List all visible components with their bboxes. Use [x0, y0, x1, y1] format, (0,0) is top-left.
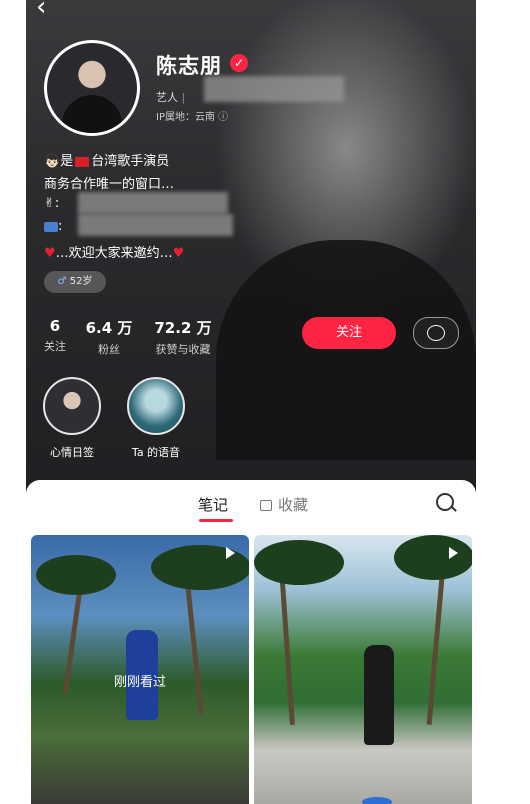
story-mood[interactable]: 心情日签	[38, 377, 106, 460]
lock-icon	[260, 500, 272, 511]
content-tabs: 笔记 收藏	[26, 480, 476, 526]
ip-location: IP属地：云南 ⓘ	[156, 112, 229, 123]
play-icon	[449, 547, 458, 559]
stat-following[interactable]: 6 关注	[40, 317, 70, 354]
info-icon[interactable]: ⓘ	[218, 112, 228, 123]
face-emoji-icon: 👦🏻	[44, 154, 61, 169]
heart-icon: ♥	[172, 246, 185, 261]
heart-icon: ♥	[44, 246, 56, 261]
flag-icon	[75, 156, 90, 167]
redacted-id	[204, 76, 344, 102]
story-voice[interactable]: Ta 的语音	[118, 377, 194, 460]
follow-button[interactable]: 关注	[302, 317, 396, 349]
chat-icon	[427, 325, 445, 341]
stat-followers[interactable]: 6.4 万 粉丝	[84, 317, 134, 357]
role-label: 艺人 |	[156, 91, 186, 104]
play-icon	[226, 547, 235, 559]
tab-notes[interactable]: 笔记	[198, 494, 228, 515]
age-tag: ♂ 52岁	[44, 271, 106, 293]
bio-line-4: :	[44, 219, 62, 234]
back-icon[interactable]: ‹	[36, 0, 46, 22]
phone-screen: ‹ 陈志朋 ✓ 艺人 | IP属地：云南 ⓘ 👦🏻是 台湾歌手演员 商务合作唯一的…	[26, 0, 476, 804]
tab-underline	[199, 519, 233, 522]
story-mood-thumb	[43, 377, 101, 435]
search-icon[interactable]	[436, 493, 454, 511]
bio-line-5: ♥…欢迎大家来邀约…♥	[44, 246, 185, 261]
tab-favorites[interactable]: 收藏	[260, 494, 308, 515]
recently-viewed-label: 刚刚看过	[113, 675, 166, 690]
bio-line-1: 👦🏻是 台湾歌手演员	[44, 154, 170, 169]
redacted-contact-1	[78, 192, 228, 214]
message-button[interactable]	[413, 317, 459, 349]
profile-header: ‹ 陈志朋 ✓ 艺人 | IP属地：云南 ⓘ 👦🏻是 台湾歌手演员 商务合作唯一的…	[26, 0, 476, 505]
redacted-contact-2	[78, 214, 233, 236]
male-icon: ♂	[57, 276, 67, 287]
avatar[interactable]	[44, 40, 140, 136]
stat-likes[interactable]: 72.2 万 获赞与收藏	[148, 317, 218, 357]
note-card[interactable]	[254, 535, 472, 804]
note-card[interactable]: 刚刚看过	[31, 535, 249, 804]
ball-shape	[362, 797, 392, 804]
bio-line-2: 商务合作唯一的窗口…	[44, 177, 175, 192]
bio-line-3: ✌:	[44, 196, 60, 211]
verified-icon: ✓	[230, 54, 248, 72]
story-voice-thumb	[127, 377, 185, 435]
mailbox-icon	[44, 221, 58, 232]
person-figure	[364, 645, 394, 745]
